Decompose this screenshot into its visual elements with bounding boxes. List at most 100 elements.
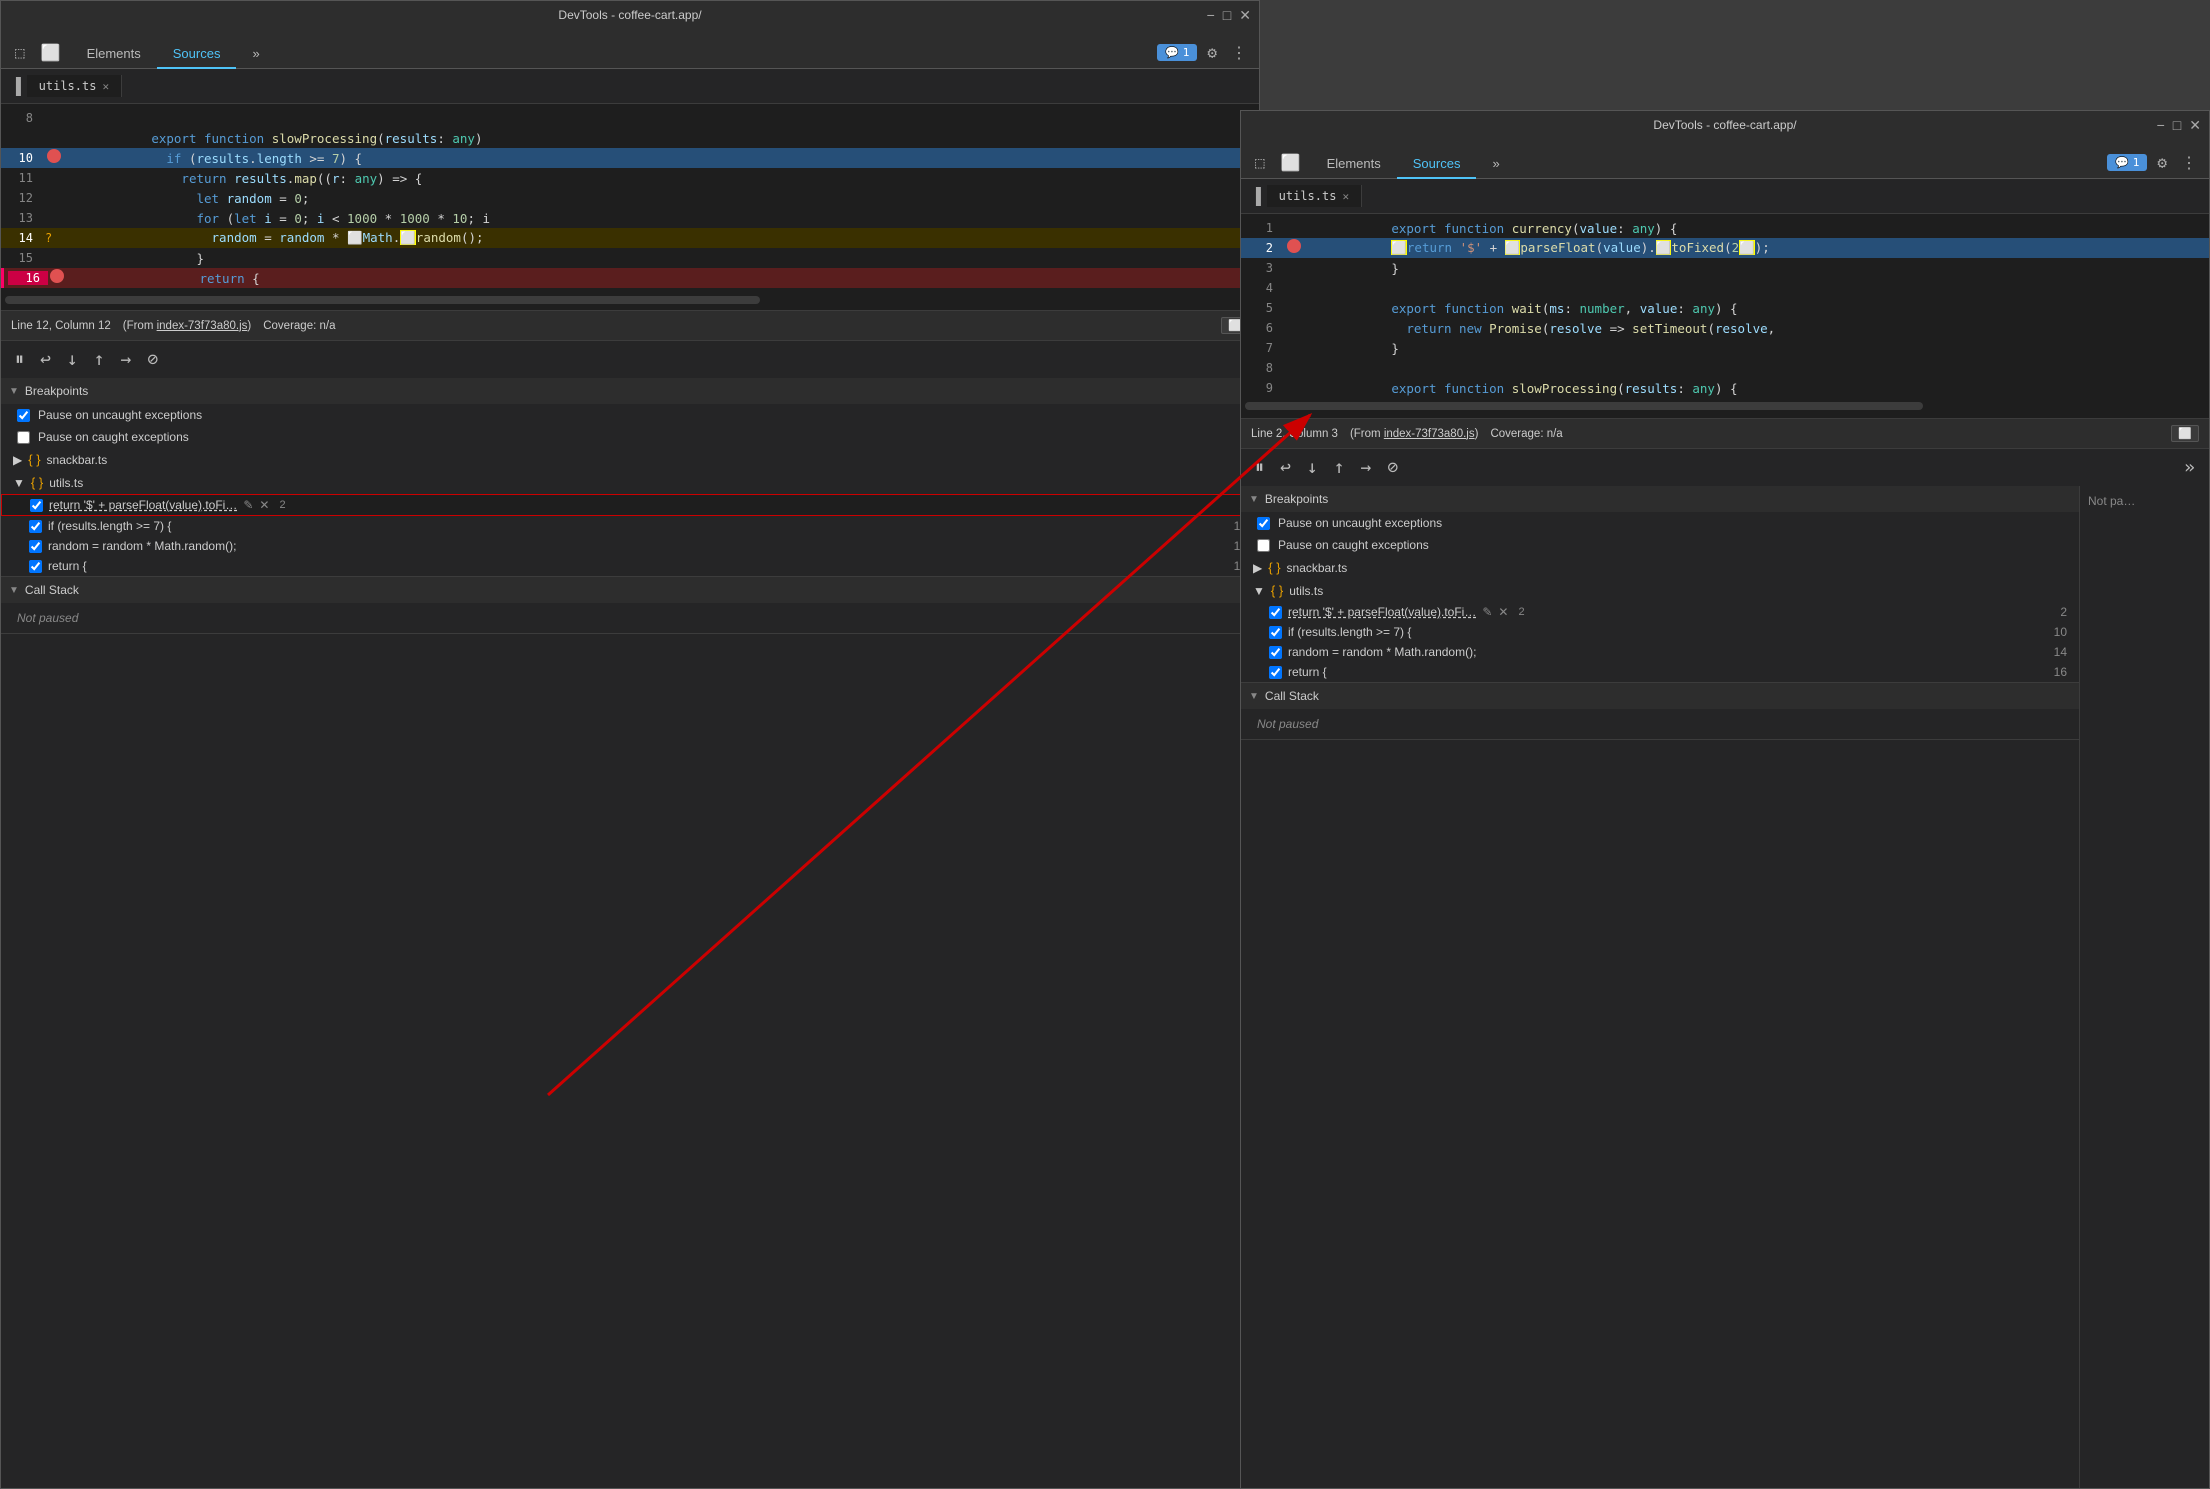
bp-item-ret2-1[interactable]: return { 16 xyxy=(1,556,1259,576)
utils-label-2: utils.ts xyxy=(1289,584,1323,598)
expand-panel-btn-2[interactable]: » xyxy=(2178,453,2201,482)
file-tab-close-2[interactable]: ✕ xyxy=(1342,190,1349,203)
file-tab-close-1[interactable]: ✕ xyxy=(102,80,109,93)
device-icon-1[interactable]: ⬜ xyxy=(37,41,65,64)
code-content-2[interactable]: 1 export function currency(value: any) {… xyxy=(1241,214,2209,418)
pause-uncaught-cb-2[interactable] xyxy=(1257,517,1270,530)
badge-btn-1[interactable]: 💬 1 xyxy=(1157,44,1197,61)
close-btn-2[interactable]: ✕ xyxy=(2189,118,2201,132)
pause-caught-cb-1[interactable] xyxy=(17,431,30,444)
restore-btn-1[interactable]: □ xyxy=(1223,8,1231,22)
bp-code-ret2-2: return { xyxy=(1288,665,1327,679)
bp-del-return-1[interactable]: ✕ xyxy=(259,498,269,512)
bp-item-if-2[interactable]: if (results.length >= 7) { 10 xyxy=(1241,622,2079,642)
source-link-1[interactable]: index-73f73a80.js xyxy=(157,320,248,332)
sidebar-toggle-2[interactable]: ▐ xyxy=(1245,183,1267,210)
settings-icon-1[interactable]: ⚙ xyxy=(1203,41,1221,64)
bp-file-utils-1[interactable]: ▼ { } utils.ts xyxy=(1,471,1259,494)
step-into-btn-1[interactable]: ↓ xyxy=(61,345,84,374)
more-icon-2[interactable]: ⋮ xyxy=(2177,151,2201,174)
badge-btn-2[interactable]: 💬 1 xyxy=(2107,154,2147,171)
bp-item-random-1[interactable]: random = random * Math.random(); 14 xyxy=(1,536,1259,556)
deactivate-btn-1[interactable]: ⊘ xyxy=(141,345,164,374)
bp-cb-if-2[interactable] xyxy=(1269,626,1282,639)
cursor-position-1: Line 12, Column 12 xyxy=(11,320,111,332)
main-layout-1: 8 export function slowProcessing(results… xyxy=(1,104,1259,1488)
bp-cb-random-2[interactable] xyxy=(1269,646,1282,659)
tab-elements-1[interactable]: Elements xyxy=(71,40,157,69)
step-out-btn-1[interactable]: ↑ xyxy=(88,345,111,374)
bp-edit-return-2[interactable]: ✎ xyxy=(1482,605,1492,619)
from-text-1: (From index-73f73a80.js) xyxy=(123,320,252,332)
bp-item-ret2-2[interactable]: return { 16 xyxy=(1241,662,2079,682)
sidebar-toggle-1[interactable]: ▐ xyxy=(5,73,27,100)
tab-icons-right-2: 💬 1 ⚙ ⋮ xyxy=(2107,151,2205,174)
file-tab-utils-2[interactable]: utils.ts ✕ xyxy=(1267,185,1362,207)
tab-sources-1[interactable]: Sources xyxy=(157,40,237,69)
step-over-btn-1[interactable]: ↩ xyxy=(34,345,57,374)
devtools-window-2: DevTools - coffee-cart.app/ − □ ✕ ⬚ ⬜ El… xyxy=(1240,110,2210,1489)
breakpoints-header-1[interactable]: ▼ Breakpoints xyxy=(1,378,1259,404)
step-into-btn-2[interactable]: ↓ xyxy=(1301,453,1324,482)
bp-cb-return-2[interactable] xyxy=(1269,606,1282,619)
bp-del-return-2[interactable]: ✕ xyxy=(1498,605,1508,619)
device-icon-2[interactable]: ⬜ xyxy=(1277,151,1305,174)
step-btn-1[interactable]: → xyxy=(115,345,138,374)
inspect-icon-2[interactable]: ⬚ xyxy=(1251,151,1269,174)
bp-item-if-1[interactable]: if (results.length >= 7) { 10 xyxy=(1,516,1259,536)
file-tab-label-1: utils.ts xyxy=(39,79,97,93)
close-btn-1[interactable]: ✕ xyxy=(1239,8,1251,22)
bp-file-utils-2[interactable]: ▼ { } utils.ts xyxy=(1241,579,2079,602)
status-bar-1: Line 12, Column 12 (From index-73f73a80.… xyxy=(1,310,1259,340)
bp-cb-ret2-1[interactable] xyxy=(29,560,42,573)
bp-item-return-1[interactable]: return '$' + parseFloat(value).toFi… ✎ ✕… xyxy=(1,494,1259,516)
bp-linenum-return-2: 2 xyxy=(2060,605,2067,619)
call-stack-chevron-2: ▼ xyxy=(1249,691,1259,702)
coverage-icon-btn-2[interactable]: ⬜ xyxy=(2171,425,2199,442)
inspect-icon-1[interactable]: ⬚ xyxy=(11,41,29,64)
step-out-btn-2[interactable]: ↑ xyxy=(1328,453,1351,482)
bp-cb-if-1[interactable] xyxy=(29,520,42,533)
pause-resume-btn-1[interactable]: ⏸ xyxy=(9,345,30,374)
breakpoints-header-2[interactable]: ▼ Breakpoints xyxy=(1241,486,2079,512)
settings-icon-2[interactable]: ⚙ xyxy=(2153,151,2171,174)
file-tab-utils-1[interactable]: utils.ts ✕ xyxy=(27,75,122,97)
status-bar-2: Line 2, Column 3 (From index-73f73a80.js… xyxy=(1241,418,2209,448)
tab-elements-2[interactable]: Elements xyxy=(1311,150,1397,179)
bp-file-snackbar-1[interactable]: ▶ { } snackbar.ts xyxy=(1,448,1259,471)
more-icon-1[interactable]: ⋮ xyxy=(1227,41,1251,64)
bp-file-snackbar-2[interactable]: ▶ { } snackbar.ts xyxy=(1241,556,2079,579)
tab-more-1[interactable]: » xyxy=(236,40,275,69)
bp-cb-return-1[interactable] xyxy=(30,499,43,512)
source-link-2[interactable]: index-73f73a80.js xyxy=(1384,428,1475,440)
bp-linenum-ret2-2: 16 xyxy=(2054,665,2067,679)
minimize-btn-2[interactable]: − xyxy=(2157,118,2165,132)
tab-more-2[interactable]: » xyxy=(1476,150,1515,179)
breakpoints-label-2: Breakpoints xyxy=(1265,492,1328,506)
deactivate-btn-2[interactable]: ⊘ xyxy=(1381,453,1404,482)
pause-caught-cb-2[interactable] xyxy=(1257,539,1270,552)
bp-cb-random-1[interactable] xyxy=(29,540,42,553)
call-stack-header-2[interactable]: ▼ Call Stack xyxy=(1241,683,2079,709)
code-content-1[interactable]: 8 export function slowProcessing(results… xyxy=(1,104,1259,310)
bp-linenum-if-2: 10 xyxy=(2054,625,2067,639)
pause-caught-row-1: Pause on caught exceptions xyxy=(1,426,1259,448)
step-btn-2[interactable]: → xyxy=(1355,453,1378,482)
restore-btn-2[interactable]: □ xyxy=(2173,118,2181,132)
line-code-w2-9: export function slowProcessing(results: … xyxy=(1301,366,2209,411)
call-stack-chevron-1: ▼ xyxy=(9,585,19,596)
bp-edit-return-1[interactable]: ✎ xyxy=(243,498,253,512)
pause-resume-btn-2[interactable]: ⏸ xyxy=(1249,453,1270,482)
bp-item-random-2[interactable]: random = random * Math.random(); 14 xyxy=(1241,642,2079,662)
line-num-w2-9: 9 xyxy=(1245,381,1285,395)
line-num-w2-1: 1 xyxy=(1245,221,1285,235)
minimize-btn-1[interactable]: − xyxy=(1207,8,1215,22)
call-stack-header-1[interactable]: ▼ Call Stack xyxy=(1,577,1259,603)
step-over-btn-2[interactable]: ↩ xyxy=(1274,453,1297,482)
pause-uncaught-cb-1[interactable] xyxy=(17,409,30,422)
code-line-w2-9: 9 export function slowProcessing(results… xyxy=(1241,378,2209,398)
bp-item-return-2[interactable]: return '$' + parseFloat(value).toFi… ✎ ✕… xyxy=(1241,602,2079,622)
snackbar-chevron-1: ▶ xyxy=(13,453,22,467)
tab-sources-2[interactable]: Sources xyxy=(1397,150,1477,179)
bp-cb-ret2-2[interactable] xyxy=(1269,666,1282,679)
